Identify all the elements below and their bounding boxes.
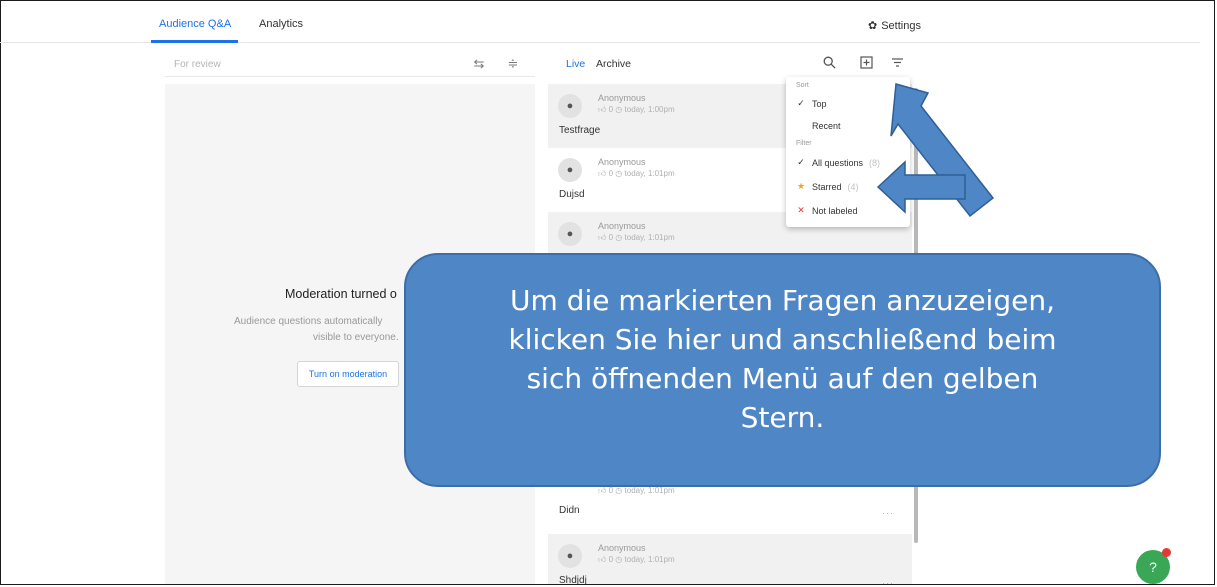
callout-line-4: Stern. — [740, 401, 825, 434]
callout-line-2: klicken Sie hier und anschließend beim — [508, 323, 1057, 356]
notification-dot — [1162, 548, 1171, 557]
help-icon: ? — [1149, 559, 1157, 575]
callout-line-3: sich öffnenden Menü auf den gelben — [526, 362, 1039, 395]
callout-text: Um die markierten Fragen anzuzeigen, kli… — [406, 281, 1159, 437]
instruction-callout: Um die markierten Fragen anzuzeigen, kli… — [404, 253, 1161, 487]
callout-line-1: Um die markierten Fragen anzuzeigen, — [510, 284, 1055, 317]
